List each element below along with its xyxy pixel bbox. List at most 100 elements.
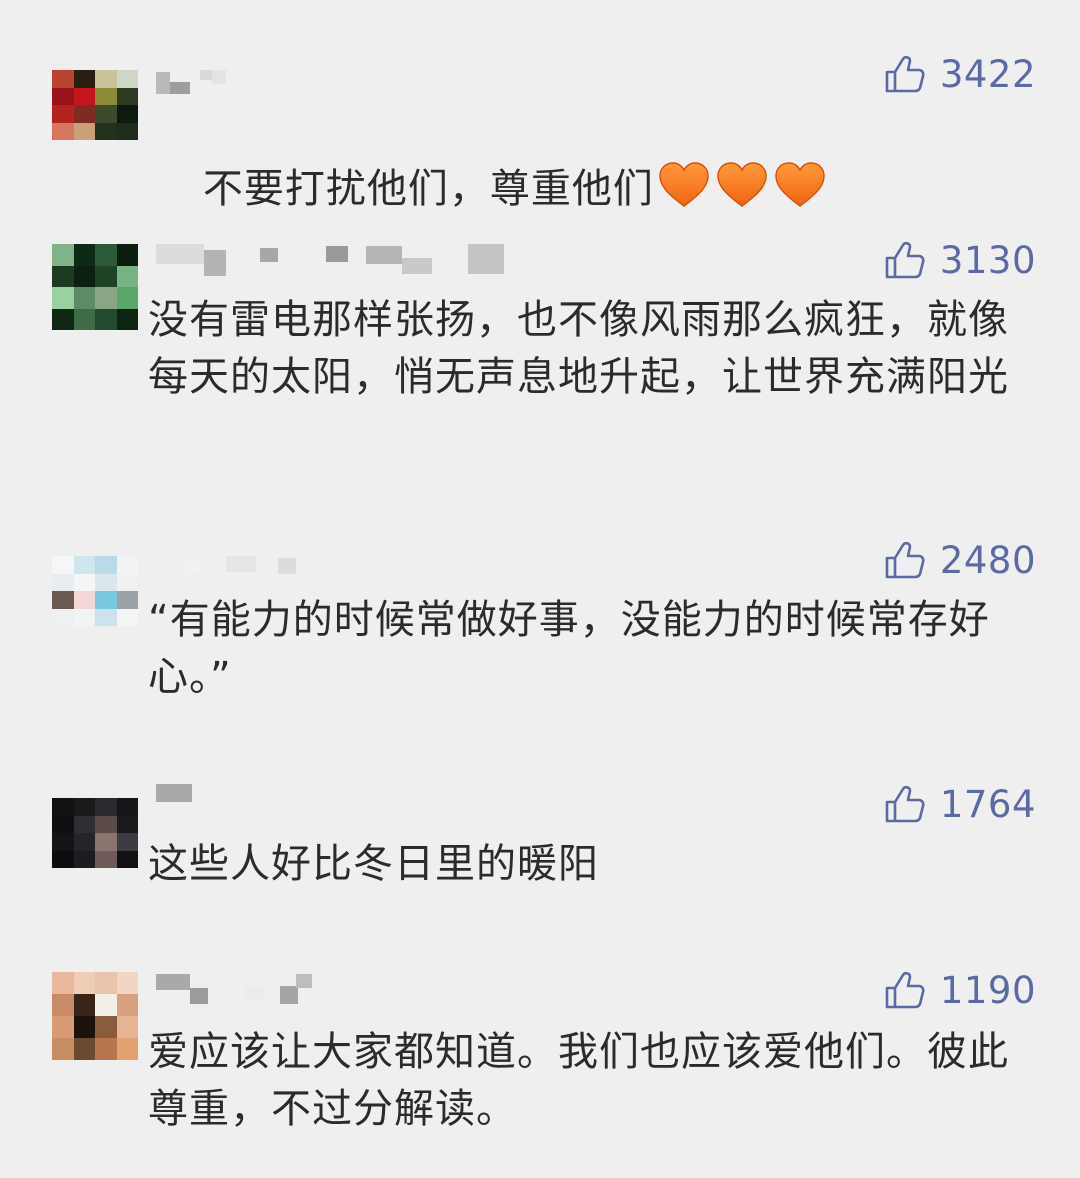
username-blurred[interactable] (156, 70, 516, 98)
avatar-pixel (95, 105, 117, 123)
comment-list-page: { "comments": [ { "text": "不要打扰他们，尊重他们",… (0, 0, 1080, 1178)
like-count: 1764 (939, 782, 1036, 826)
avatar-pixel (52, 105, 74, 123)
avatar-pixel (73, 244, 95, 266)
comment-text: 这些人好比冬日里的暖阳 (148, 841, 599, 887)
avatar-pixel (73, 972, 95, 994)
avatar-pixel (52, 265, 74, 287)
avatar-pixel (116, 265, 138, 287)
avatar-pixel (52, 87, 74, 105)
avatar-pixel (116, 972, 138, 994)
avatar-pixel (52, 833, 74, 851)
avatar-pixel (95, 87, 117, 105)
avatar-pixel (73, 105, 95, 123)
avatar-pixel (116, 308, 138, 330)
avatar-pixel (95, 308, 117, 330)
thumbs-up-icon (885, 541, 925, 579)
avatar-pixel (73, 287, 95, 309)
avatar-pixel (95, 1038, 117, 1060)
avatar-pixel (116, 287, 138, 309)
avatar-pixel (73, 122, 95, 140)
avatar-pixel (116, 87, 138, 105)
avatar-pixel (73, 798, 95, 816)
thumbs-up-icon (885, 241, 925, 279)
avatar-pixel (95, 70, 117, 88)
emoji-group (658, 162, 826, 208)
thumbs-up-icon (885, 971, 925, 1009)
avatar-pixel (73, 833, 95, 851)
avatar-pixel (116, 1016, 138, 1038)
like-count: 2480 (939, 538, 1036, 582)
comment-text-content: 不要打扰他们，尊重他们 (202, 166, 654, 212)
like-button[interactable]: 2480 (884, 538, 1036, 582)
avatar-pixel (116, 798, 138, 816)
avatar-pixel (73, 994, 95, 1016)
avatar-pixel (116, 105, 138, 123)
avatar-pixel (116, 850, 138, 868)
avatar-pixel (95, 833, 117, 851)
avatar-pixel (116, 70, 138, 88)
avatar-pixel (73, 265, 95, 287)
avatar-pixel (95, 573, 117, 591)
like-count: 3422 (939, 52, 1036, 96)
avatar-pixel (116, 608, 138, 626)
avatar[interactable] (52, 972, 138, 1060)
avatar-pixel (52, 850, 74, 868)
avatar-pixel (73, 608, 95, 626)
thumbs-up-icon (885, 55, 925, 93)
avatar-pixel (73, 591, 95, 609)
avatar-pixel (116, 1038, 138, 1060)
avatar-pixel (52, 70, 74, 88)
avatar-pixel (116, 573, 138, 591)
avatar-pixel (116, 591, 138, 609)
like-button[interactable]: 1190 (884, 968, 1036, 1012)
like-count: 3130 (939, 238, 1036, 282)
avatar-pixel (116, 815, 138, 833)
like-button[interactable]: 3130 (884, 238, 1036, 282)
comment-text: 爱应该让大家都知道。我们也应该爱他们。彼此尊重，不过分解读。 (148, 1029, 1009, 1132)
avatar-pixel (52, 556, 74, 574)
avatar-pixel (73, 573, 95, 591)
avatar-pixel (95, 1016, 117, 1038)
avatar-pixel (95, 815, 117, 833)
avatar-pixel (52, 972, 74, 994)
avatar-pixel (95, 994, 117, 1016)
avatar-pixel (95, 244, 117, 266)
username-blurred[interactable] (156, 244, 516, 276)
avatar-pixel (95, 798, 117, 816)
avatar-pixel (116, 122, 138, 140)
avatar[interactable] (52, 556, 138, 626)
avatar-pixel (52, 815, 74, 833)
avatar-pixel (52, 591, 74, 609)
avatar-pixel (95, 850, 117, 868)
thumbs-up-icon (885, 785, 925, 823)
like-button[interactable]: 3422 (884, 52, 1036, 96)
avatar-pixel (52, 122, 74, 140)
avatar-pixel (73, 556, 95, 574)
like-button[interactable]: 1764 (884, 782, 1036, 826)
avatar[interactable] (52, 244, 138, 330)
avatar-pixel (73, 70, 95, 88)
avatar-pixel (52, 798, 74, 816)
avatar[interactable] (52, 70, 138, 140)
username-blurred[interactable] (156, 784, 516, 812)
avatar-pixel (116, 994, 138, 1016)
avatar-pixel (52, 994, 74, 1016)
username-blurred[interactable] (156, 972, 516, 1004)
comment-item: 3130 没有雷电那样张扬，也不像风雨那么疯狂，就像每天的太阳，悄无声息地升起，… (0, 239, 1080, 474)
avatar[interactable] (52, 798, 138, 868)
avatar-pixel (52, 608, 74, 626)
avatar-pixel (52, 1016, 74, 1038)
orange-heart-icon (717, 162, 767, 207)
avatar-pixel (52, 573, 74, 591)
like-count: 1190 (939, 968, 1036, 1012)
comment-text: 没有雷电那样张扬，也不像风雨那么疯狂，就像每天的太阳，悄无声息地升起，让世界充满… (148, 297, 1009, 400)
avatar-pixel (73, 1016, 95, 1038)
username-blurred[interactable] (156, 556, 516, 584)
avatar-pixel (73, 850, 95, 868)
comment-item: 2480 “有能力的时候常做好事，没能力的时候常存好心。” (0, 539, 1080, 716)
avatar-pixel (73, 87, 95, 105)
avatar-pixel (73, 308, 95, 330)
avatar-pixel (95, 972, 117, 994)
avatar-pixel (73, 1038, 95, 1060)
